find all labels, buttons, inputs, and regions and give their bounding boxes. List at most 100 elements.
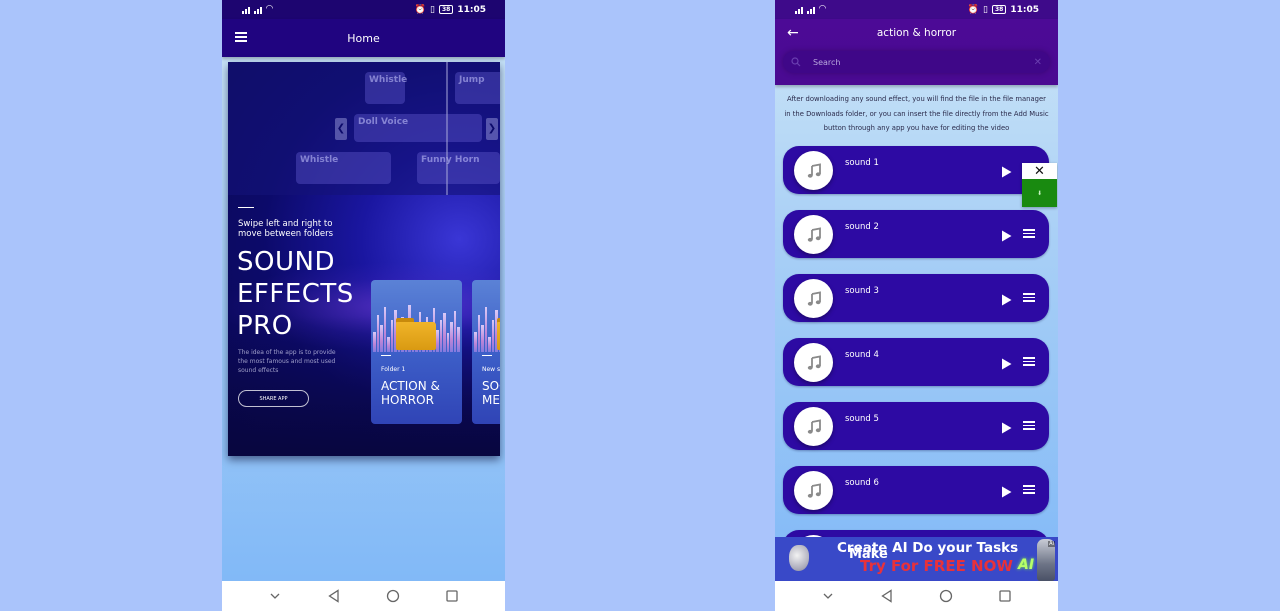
sound-list-item[interactable]: sound 6 [783,466,1049,514]
status-time: 11:05 [1010,4,1039,15]
back-triangle-icon[interactable] [327,589,341,603]
hamburger-menu-icon[interactable] [235,32,247,42]
preview-divider [446,62,448,195]
music-note-icon [794,343,833,382]
back-triangle-icon[interactable] [880,589,894,603]
hero-banner: Whistle Jump ❮ Doll Voice ❯ Whistle Funn… [228,62,500,456]
sound-list-item[interactable]: sound 1 [783,146,1049,194]
signal-icon [807,6,815,14]
folder-icon [396,318,436,350]
preview-chip: Whistle [296,152,391,184]
sound-name: sound 3 [845,286,879,296]
card-dash [482,355,492,356]
music-note-icon [794,279,833,318]
vibrate-icon: ▯ [430,4,435,15]
preview-chip: Whistle [365,72,407,104]
folder-icon [497,318,500,350]
menu-lines-icon[interactable] [1023,293,1035,302]
sound-list-item[interactable]: sound 4 [783,338,1049,386]
alarm-icon: ⏰ [414,4,427,15]
search-bar: ✕ [783,51,1050,73]
ad-banner[interactable]: Create AI Do your Tasks Make Try For FRE… [775,537,1058,581]
preview-chip: Jump [455,72,500,104]
app-description: The idea of the app is to provide the mo… [238,349,336,374]
play-icon[interactable] [1001,483,1012,498]
wifi-icon: ◠ [819,4,826,14]
system-nav-bar [222,581,505,611]
play-icon[interactable] [1001,355,1012,370]
play-icon[interactable] [1001,291,1012,306]
battery-icon: 38 [991,5,1007,14]
play-icon[interactable] [1001,227,1012,242]
menu-lines-icon[interactable] [1023,357,1035,366]
status-right: ⏰ ▯ 38 11:05 [415,5,486,15]
recents-square-icon[interactable] [445,589,459,603]
wifi-icon: ◠ [266,4,273,14]
status-bar: ◠ ⏰ ▯ 38 11:05 [222,0,505,19]
ad-badge: AI [1048,541,1055,547]
preview-chip: Doll Voice [354,114,482,142]
ai-head-image [789,545,809,571]
sound-name: sound 2 [845,222,879,232]
menu-lines-icon[interactable] [1023,421,1035,430]
folder-card-next[interactable]: New s SOC ME [472,280,500,424]
vibrate-icon: ▯ [983,4,988,15]
menu-lines-icon[interactable] [1023,229,1035,238]
sound-list-item[interactable]: sound 5 [783,402,1049,450]
close-popup-button[interactable]: ✕ [1022,163,1057,179]
status-right: ⏰ ▯ 38 11:05 [968,5,1039,15]
signal-icon [795,6,803,14]
sound-name: sound 1 [845,158,879,168]
card-dash [381,355,391,356]
page-title: action & horror [876,27,957,39]
collapse-icon[interactable] [821,589,835,603]
home-circle-icon[interactable] [939,589,953,603]
equalizer-graphic [472,302,500,352]
sound-list-item[interactable]: sound 2 [783,210,1049,258]
ad-ai-logo: AI [1018,557,1035,573]
ad-cta: Try For FREE NOW [860,557,1013,575]
sound-name: sound 6 [845,478,879,488]
status-left: ◠ [242,5,273,14]
sound-list-appbar: ← action & horror ✕ [775,19,1058,85]
recents-square-icon[interactable] [998,589,1012,603]
sound-list-item[interactable]: sound 3 [783,274,1049,322]
battery-icon: 38 [438,5,454,14]
home-screen: ◠ ⏰ ▯ 38 11:05 Home Whistle Jump ❮ Doll … [222,0,505,611]
sound-name: sound 4 [845,350,879,360]
folder-subtitle: Folder 1 [381,366,406,373]
page-title: Home [347,31,380,45]
play-icon[interactable] [1001,419,1012,434]
status-bar: ◠ ⏰ ▯ 38 11:05 [775,0,1058,19]
app-title: SOUND EFFECTS PRO [237,247,354,341]
alarm-icon: ⏰ [967,4,980,15]
folder-card-action-horror[interactable]: Folder 1 ACTION & HORROR [371,280,462,424]
share-app-button[interactable]: SHARE APP [238,390,309,407]
music-note-icon [794,151,833,190]
status-left: ◠ [795,5,826,14]
search-icon [791,57,801,67]
hero-dash [238,207,254,208]
preview-arrow-left: ❮ [335,118,347,140]
music-note-icon [794,471,833,510]
music-note-icon [794,407,833,446]
menu-lines-icon[interactable] [1023,485,1035,494]
system-nav-bar [775,581,1058,611]
folder-title: ACTION & HORROR [381,379,440,407]
home-appbar: Home [222,19,505,57]
status-time: 11:05 [457,4,486,15]
swipe-hint: Swipe left and right to move between fol… [238,219,334,239]
home-circle-icon[interactable] [386,589,400,603]
search-input[interactable] [813,57,1034,67]
preview-chip: Funny Horn [417,152,500,184]
sound-name: sound 5 [845,414,879,424]
download-icon: ⬇ [1036,189,1043,197]
music-note-icon [794,215,833,254]
signal-icon [242,6,250,14]
collapse-icon[interactable] [268,589,282,603]
clear-search-icon[interactable]: ✕ [1034,57,1042,68]
folder-subtitle: New s [482,366,500,373]
download-popup: ✕ ⬇ [1022,163,1057,207]
play-icon[interactable] [1001,163,1012,178]
download-button[interactable]: ⬇ [1022,179,1057,207]
